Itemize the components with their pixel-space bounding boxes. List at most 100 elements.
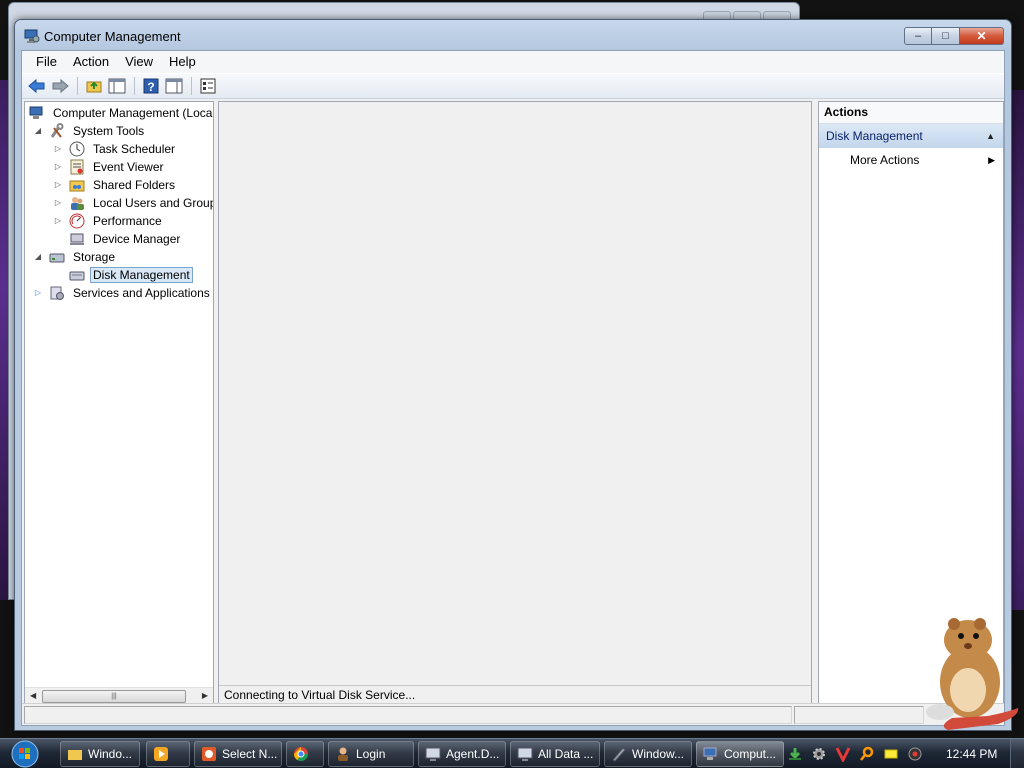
maximize-button[interactable]: □ [932,27,960,45]
minimize-button[interactable]: – [904,27,932,45]
tree-item-device-manager[interactable]: Device Manager [69,230,183,247]
windows-start-icon [11,740,39,768]
properties-button[interactable] [197,76,219,96]
expand-icon[interactable]: ▷ [53,216,63,226]
device-manager-icon [69,231,85,247]
shared-folder-icon [69,177,85,193]
more-actions-item[interactable]: More Actions ▶ [819,148,1003,172]
status-bar-segment [24,706,792,724]
show-desktop-button[interactable] [1010,739,1024,768]
disk-management-pane[interactable]: Connecting to Virtual Disk Service... [218,101,812,705]
actions-group-disk-management[interactable]: Disk Management ▲ [819,124,1003,148]
expand-icon[interactable]: ▷ [53,198,63,208]
tree-label: System Tools [73,123,145,138]
taskbar-item-windows-explorer[interactable]: Windo... [60,741,140,767]
minimize-icon: – [914,30,922,42]
event-viewer-icon [69,159,85,175]
tree-item-storage[interactable]: ◢ Storage [33,248,118,265]
collapse-icon[interactable]: ◢ [33,126,43,136]
collapse-icon[interactable]: ◢ [33,252,43,262]
menu-view[interactable]: View [117,52,161,72]
close-icon: ✕ [976,29,987,43]
tree-label: Computer Management (Local [53,105,214,120]
expand-icon[interactable]: ▷ [33,288,43,298]
antivirus-icon[interactable] [834,745,852,763]
help-button[interactable]: ? [140,76,162,96]
window-client-area: File Action View Help ? Computer Managem… [21,50,1005,726]
toolbar: ? [22,73,1004,99]
start-button[interactable] [6,739,44,768]
taskbar-item-chrome[interactable] [286,741,324,767]
settings-gear-icon[interactable] [810,745,828,763]
expand-icon[interactable]: ▷ [53,180,63,190]
scroll-left-icon[interactable]: ◀ [30,691,36,700]
tree-item-system-tools[interactable]: ◢ System Tools [33,122,147,139]
menu-action[interactable]: Action [65,52,117,72]
notification-icon[interactable] [882,745,900,763]
up-one-level-button[interactable] [83,76,105,96]
desktop-wallpaper-right [1010,90,1024,610]
taskbar-label: All Data ... [538,747,594,761]
help-icon: ? [143,78,159,94]
network-download-icon[interactable] [786,745,804,763]
show-hide-tree-button[interactable] [106,76,128,96]
tree-item-event-viewer[interactable]: ▷ Event Viewer [53,158,166,175]
collapse-up-icon[interactable]: ▲ [986,124,995,148]
webcam-icon[interactable] [906,745,924,763]
console-tree[interactable]: Computer Management (Local ◢ System Tool… [24,101,214,705]
tree-label: Task Scheduler [93,141,176,156]
taskbar-item-all-data[interactable]: All Data ... [510,741,600,767]
expand-icon[interactable]: ▷ [53,162,63,172]
show-hide-tree-icon [108,78,126,94]
forward-icon [52,78,69,94]
maximize-icon: □ [942,30,949,42]
tree-label: Performance [93,213,162,228]
status-bar-segment [794,706,924,724]
taskbar-item-agent[interactable]: Agent.D... [418,741,506,767]
scroll-right-icon[interactable]: ▶ [202,691,208,700]
tree-label: Local Users and Groups [93,195,214,210]
taskbar-item-computer-management[interactable]: Comput... [696,741,784,767]
title-bar[interactable]: Computer Management – □ ✕ [15,20,1011,50]
tree-item-task-scheduler[interactable]: ▷ Task Scheduler [53,140,178,157]
remote-desktop-icon [517,746,533,762]
tree-item-disk-management[interactable]: Disk Management [69,266,193,283]
tree-horizontal-scrollbar[interactable]: ◀ ||| ▶ [25,687,213,704]
taskbar-item-select-n[interactable]: Select N... [194,741,282,767]
taskbar-label: Login [356,747,386,761]
back-button[interactable] [26,76,48,96]
forward-button[interactable] [49,76,71,96]
up-folder-icon [86,81,102,93]
show-hide-action-pane-button[interactable] [163,76,185,96]
taskbar-item-media-player[interactable] [146,741,190,767]
computer-management-icon [703,746,719,762]
expand-icon[interactable]: ▷ [53,144,63,154]
scrollbar-thumb[interactable]: ||| [42,690,186,703]
tree-item-computer-management[interactable]: Computer Management (Local [29,104,214,121]
computer-management-icon [29,105,45,121]
menu-help[interactable]: Help [161,52,204,72]
tree-label: Disk Management [90,266,193,283]
taskbar-item-windows[interactable]: Window... [604,741,692,767]
tree-item-shared-folders[interactable]: ▷ Shared Folders [53,176,178,193]
taskbar-item-login[interactable]: Login [328,741,414,767]
tree-item-performance[interactable]: ▷ Performance [53,212,165,229]
taskbar-label: Windo... [88,747,133,761]
chrome-icon [293,746,309,762]
hamster-desktop-mascot[interactable] [918,612,1024,734]
menu-file[interactable]: File [28,52,65,72]
tree-label: Shared Folders [93,177,176,192]
clock[interactable]: 12:44 PM [946,739,997,768]
users-icon [69,195,85,211]
tree-label: Device Manager [93,231,181,246]
window-title: Computer Management [44,29,181,44]
close-button[interactable]: ✕ [960,27,1004,45]
services-icon [49,285,65,301]
toolbar-separator [134,77,135,95]
search-icon[interactable] [858,745,876,763]
tree-label: Storage [73,249,116,264]
tree-item-local-users-groups[interactable]: ▷ Local Users and Groups [53,194,214,211]
media-player-icon [153,746,169,762]
status-bar [22,703,1004,725]
tree-item-services-applications[interactable]: ▷ Services and Applications [33,284,213,301]
